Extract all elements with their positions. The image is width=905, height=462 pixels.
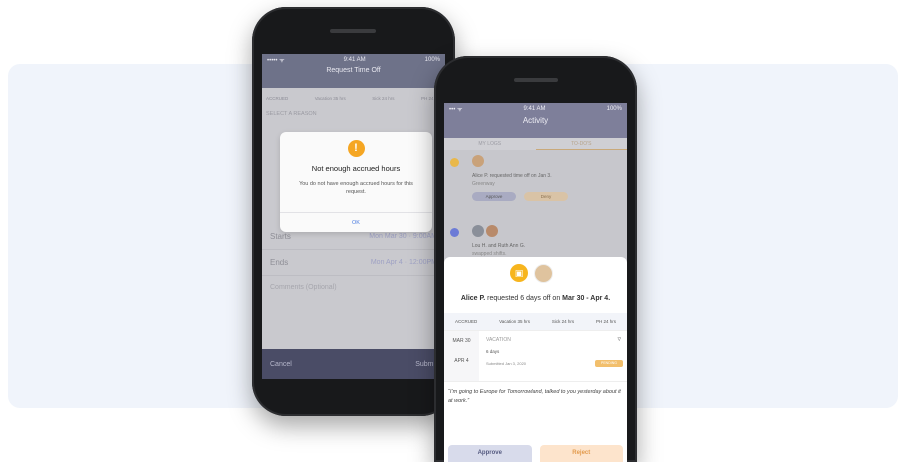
- battery-level: 100%: [424, 57, 440, 63]
- ends-row[interactable]: Ends Mon Apr 4 · 12:00PM: [262, 250, 445, 276]
- ph-balance: PH 24 hrs: [596, 319, 617, 324]
- swap-icon: [450, 228, 459, 237]
- phone-right: ••• ᯤ 9:41 AM 100% Activity MY LOGS TO-D…: [434, 56, 637, 462]
- date-range: MAR 30 APR 4: [444, 331, 479, 381]
- submitted-date: Submitted Jan 3, 2020: [486, 361, 527, 366]
- requester-name: Alice P.: [460, 295, 486, 302]
- cancel-button[interactable]: Cancel: [270, 361, 292, 368]
- request-time-off-screen: ••••• ᯤ 9:41 AM 100% Request Time Off AC…: [262, 54, 445, 379]
- sick-balance: Sick 24 hrs: [551, 319, 575, 324]
- alert-message: You do not have enough accrued hours for…: [299, 181, 413, 195]
- request-detail: MAR 30 APR 4 VACATION 6 days Submitted J…: [444, 330, 627, 382]
- reject-button[interactable]: Reject: [539, 445, 623, 462]
- sheet-avatars: ▣: [510, 264, 553, 283]
- activity-text: Alice P. requested time off on Jan 3.: [472, 173, 552, 179]
- accrued-label: ACCRUED: [266, 96, 289, 101]
- filter-icon[interactable]: ▿: [617, 335, 621, 343]
- tab-to-dos[interactable]: TO-DO'S: [535, 138, 627, 150]
- comments-field[interactable]: Comments (Optional): [262, 276, 445, 299]
- ok-button[interactable]: OK: [280, 212, 432, 232]
- clock: 9:41 AM: [343, 57, 366, 63]
- ends-label: Ends: [270, 258, 289, 267]
- request-headline: Alice P. requested 6 days off on Mar 30 …: [444, 295, 627, 302]
- action-bar: Approve Reject: [444, 445, 627, 462]
- activity-item[interactable]: Alice P. requested time off on Jan 3. Gr…: [444, 150, 627, 220]
- days-count: 6 days: [486, 349, 500, 354]
- avatar: [472, 225, 484, 237]
- vacation-balance: Vacation 35 hrs: [314, 96, 346, 101]
- accrued-label: ACCRUED: [454, 319, 478, 324]
- approve-pill-button[interactable]: Approve: [472, 192, 516, 201]
- vacation-balance: Vacation 35 hrs: [499, 319, 531, 324]
- avatar: [534, 264, 553, 283]
- tab-bar: MY LOGS TO-DO'S: [444, 138, 627, 150]
- status-bar: ••••• ᯤ 9:41 AM 100%: [262, 54, 445, 66]
- end-date: APR 4: [454, 358, 469, 364]
- accrued-summary: ACCRUED Vacation 35 hrs Sick 24 hrs PH 2…: [262, 88, 445, 105]
- phone-left: ••••• ᯤ 9:41 AM 100% Request Time Off AC…: [252, 7, 455, 416]
- date-rows: Starts Mon Mar 30 · 9:00AM Ends Mon Apr …: [262, 224, 445, 299]
- screen-title: Request Time Off: [326, 67, 381, 74]
- section-header: SELECT A REASON: [266, 111, 317, 117]
- status-bar: ••• ᯤ 9:41 AM 100%: [444, 103, 627, 115]
- warning-icon: !: [347, 140, 365, 157]
- time-off-icon: [450, 158, 459, 167]
- starts-value: Mon Mar 30 · 9:00AM: [369, 233, 437, 240]
- nav-bar: ••••• ᯤ 9:41 AM 100% Request Time Off: [262, 54, 445, 88]
- sick-balance: Sick 24 hrs: [372, 96, 395, 101]
- starts-label: Starts: [270, 232, 291, 241]
- footer-bar: Cancel Submit: [262, 349, 445, 379]
- status-badge: PENDING: [595, 360, 623, 367]
- screen-title: Activity: [522, 116, 549, 125]
- accrued-summary: ACCRUED Vacation 35 hrs Sick 24 hrs PH 2…: [444, 313, 627, 330]
- avatar: [486, 225, 498, 237]
- approve-button[interactable]: Approve: [448, 445, 532, 462]
- tab-my-logs[interactable]: MY LOGS: [444, 138, 536, 150]
- ends-value: Mon Apr 4 · 12:00PM: [370, 259, 437, 266]
- leave-type: VACATION: [486, 337, 511, 343]
- battery-level: 100%: [606, 106, 622, 112]
- activity-subtext: Greenway: [472, 181, 495, 187]
- nav-bar: ••• ᯤ 9:41 AM 100% Activity: [444, 103, 627, 138]
- briefcase-icon: ▣: [510, 264, 528, 282]
- avatar: [472, 155, 484, 167]
- alert-title: Not enough accrued hours: [311, 164, 401, 173]
- activity-screen: ••• ᯤ 9:41 AM 100% Activity MY LOGS TO-D…: [444, 103, 627, 462]
- speaker-grille: [330, 29, 376, 33]
- request-detail-sheet: ▣ Alice P. requested 6 days off on Mar 3…: [444, 257, 627, 462]
- request-range: Mar 30 - Apr 4.: [562, 295, 611, 302]
- request-comment: “I’m going to Europe for Tomorrowland, t…: [448, 389, 621, 404]
- clock: 9:41 AM: [523, 106, 546, 112]
- carrier-signal: ••• ᯤ: [449, 107, 463, 113]
- carrier-signal: ••••• ᯤ: [267, 58, 285, 64]
- activity-text: Lou H. and Ruth Ann G.: [472, 243, 526, 249]
- alert-dialog: ! Not enough accrued hours You do not ha…: [280, 132, 432, 232]
- deny-pill-button[interactable]: Deny: [524, 192, 568, 201]
- speaker-grille: [514, 78, 558, 82]
- request-text: requested 6 days off on: [487, 295, 561, 302]
- start-date: MAR 30: [452, 338, 471, 344]
